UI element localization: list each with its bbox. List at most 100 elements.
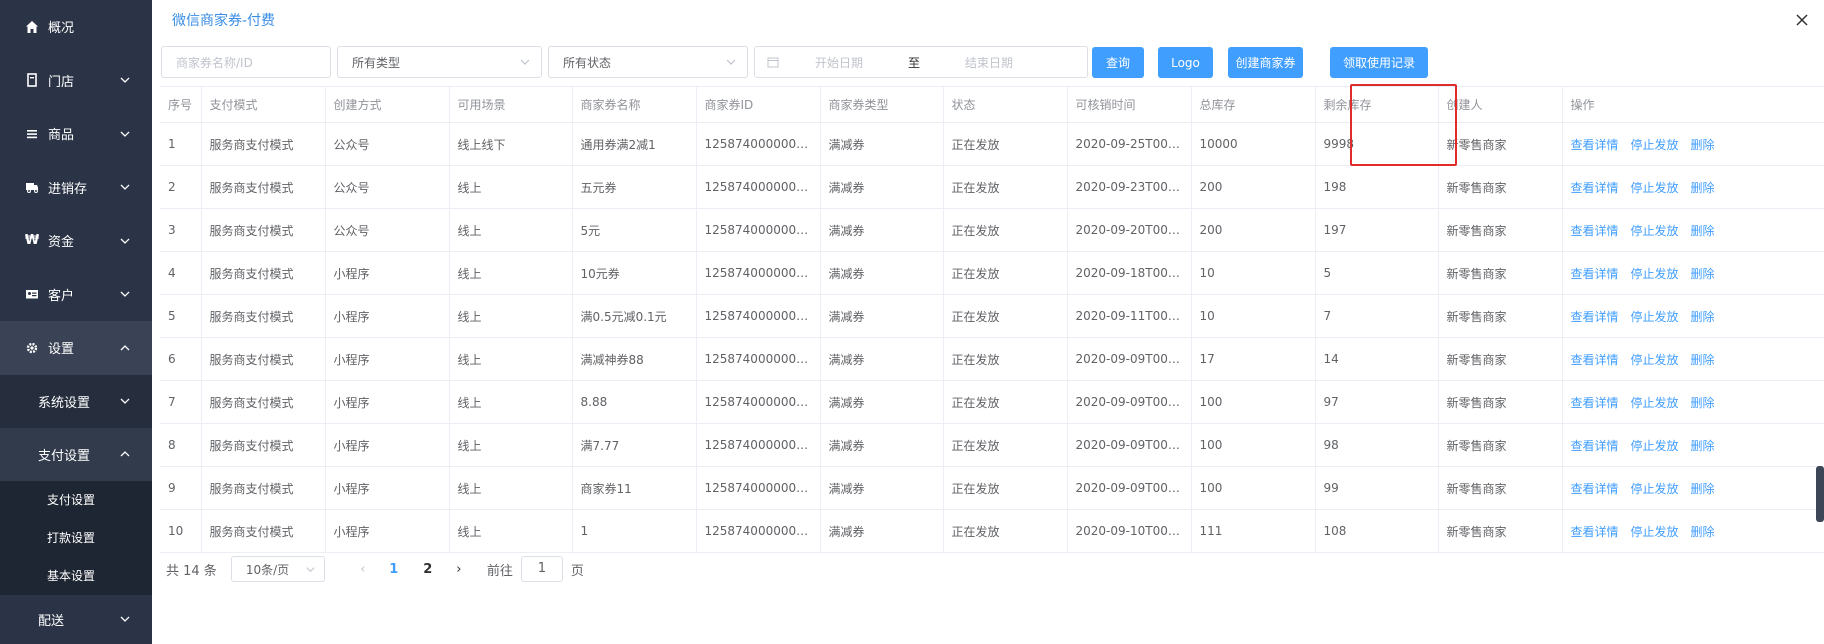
chevron-down-icon [120,291,130,298]
stop-issuing-link[interactable]: 停止发放 [1631,525,1679,539]
table-cell: 商家券11 [572,466,697,510]
stop-issuing-link[interactable]: 停止发放 [1631,310,1679,324]
logo-button[interactable]: Logo [1158,47,1213,78]
sidebar-subitem-payment-settings[interactable]: 支付设置 [0,427,152,481]
prev-page-icon[interactable]: ‹ [349,562,377,577]
view-details-link[interactable]: 查看详情 [1571,525,1619,539]
status-select[interactable]: 所有状态 [548,46,748,78]
table-header-row: 序号 支付模式 创建方式 可用场景 商家券名称 商家券ID 商家券类型 状态 可… [160,86,1824,123]
table-cell: 正在发放 [943,122,1068,166]
sidebar-subitem-system-settings[interactable]: 系统设置 [0,374,152,428]
close-icon[interactable] [1794,12,1810,28]
table-cell: 线上 [449,423,573,467]
view-details-link[interactable]: 查看详情 [1571,353,1619,367]
sidebar-subitem-delivery[interactable]: 配送 [0,594,152,644]
view-details-link[interactable]: 查看详情 [1571,439,1619,453]
table-cell: 新零售商家 [1438,466,1563,510]
stop-issuing-link[interactable]: 停止发放 [1631,353,1679,367]
stop-issuing-link[interactable]: 停止发放 [1631,224,1679,238]
view-details-link[interactable]: 查看详情 [1571,181,1619,195]
column-header: 支付模式 [201,86,326,123]
table-cell: 8 [160,423,202,467]
view-details-link[interactable]: 查看详情 [1571,138,1619,152]
table-cell: 满减券 [820,165,944,209]
date-range-picker[interactable]: 开始日期 至 结束日期 [754,46,1088,78]
stop-issuing-link[interactable]: 停止发放 [1631,482,1679,496]
next-page-icon[interactable]: › [445,562,473,577]
delete-link[interactable]: 删除 [1691,181,1715,195]
delete-link[interactable]: 删除 [1691,310,1715,324]
table-cell: 服务商支付模式 [201,380,326,424]
page-size-select[interactable]: 10条/页 [230,556,325,582]
start-date-input[interactable]: 开始日期 [779,54,899,71]
delete-link[interactable]: 删除 [1691,138,1715,152]
delete-link[interactable]: 删除 [1691,267,1715,281]
delete-link[interactable]: 删除 [1691,353,1715,367]
sidebar-leaf-payment-settings[interactable]: 支付设置 [0,480,152,519]
actions-cell: 查看详情 停止发放 删除 [1562,165,1824,209]
view-details-link[interactable]: 查看详情 [1571,482,1619,496]
table-cell: 2020-09-18T00:0... [1067,251,1192,295]
sidebar-item-customers[interactable]: 客户 [0,268,152,322]
chevron-down-icon [306,567,315,573]
table-cell: 2020-09-20T00:0... [1067,208,1192,252]
page-number[interactable]: 1 [377,562,411,577]
goto-page-input[interactable]: 1 [520,556,563,582]
home-icon [24,19,40,35]
stop-issuing-link[interactable]: 停止发放 [1631,439,1679,453]
delete-link[interactable]: 删除 [1691,396,1715,410]
sidebar-item-store[interactable]: 门店 [0,54,152,108]
table-cell: 99 [1315,466,1439,510]
view-details-link[interactable]: 查看详情 [1571,224,1619,238]
stop-issuing-link[interactable]: 停止发放 [1631,396,1679,410]
delete-link[interactable]: 删除 [1691,224,1715,238]
table-cell: 线上线下 [449,122,573,166]
page-number[interactable]: 2 [411,562,445,577]
sidebar-leaf-transfer-settings[interactable]: 打款设置 [0,518,152,557]
column-header: 序号 [160,86,202,123]
table-cell: 9998 [1315,122,1439,166]
sidebar-item-goods[interactable]: 商品 [0,107,152,161]
stop-issuing-link[interactable]: 停止发放 [1631,181,1679,195]
table-cell: 新零售商家 [1438,165,1563,209]
sidebar-item-settings[interactable]: 设置 [0,321,152,375]
end-date-input[interactable]: 结束日期 [929,54,1049,71]
table-cell: 1258740000000... [696,208,821,252]
sidebar-item-label: 概况 [48,21,75,37]
coupon-table: 序号 支付模式 创建方式 可用场景 商家券名称 商家券ID 商家券类型 状态 可… [160,86,1824,553]
stop-issuing-link[interactable]: 停止发放 [1631,138,1679,152]
delete-link[interactable]: 删除 [1691,439,1715,453]
table-cell: 1258740000000... [696,122,821,166]
table-cell: 100 [1191,423,1316,467]
table-cell: 10 [160,509,202,553]
claim-records-button[interactable]: 领取使用记录 [1330,47,1428,78]
column-header: 可核销时间 [1067,86,1192,123]
view-details-link[interactable]: 查看详情 [1571,310,1619,324]
type-select[interactable]: 所有类型 [337,46,542,78]
table-row: 10 服务商支付模式 小程序 线上 1 1258740000000... 满减券 正在发放 20… [160,509,1824,553]
table-cell: 10 [1191,251,1316,295]
table-cell: 10元券 [572,251,697,295]
table-cell: 满减券 [820,337,944,381]
delete-link[interactable]: 删除 [1691,525,1715,539]
scrollbar[interactable] [1816,466,1824,522]
table-cell: 8.88 [572,380,697,424]
table-cell: 新零售商家 [1438,251,1563,295]
delete-link[interactable]: 删除 [1691,482,1715,496]
column-header: 总库存 [1191,86,1316,123]
sidebar-item-overview[interactable]: 概况 [0,0,152,54]
table-cell: 1258740000000... [696,466,821,510]
sidebar-leaf-basic-settings[interactable]: 基本设置 [0,556,152,595]
view-details-link[interactable]: 查看详情 [1571,267,1619,281]
type-select-value: 所有类型 [352,55,401,70]
stop-issuing-link[interactable]: 停止发放 [1631,267,1679,281]
view-details-link[interactable]: 查看详情 [1571,396,1619,410]
sidebar-item-funds[interactable]: ₩ 资金 [0,214,152,268]
query-button[interactable]: 查询 [1092,47,1144,78]
chevron-up-icon [120,344,130,351]
sidebar-item-inventory[interactable]: 进销存 [0,161,152,215]
table-row: 4 服务商支付模式 小程序 线上 10元券 1258740000000... 满减券 正在发放… [160,251,1824,295]
coupon-name-input[interactable]: 商家券名称/ID [161,46,331,78]
date-range-separator: 至 [907,55,920,70]
create-coupon-button[interactable]: 创建商家券 [1228,47,1303,78]
